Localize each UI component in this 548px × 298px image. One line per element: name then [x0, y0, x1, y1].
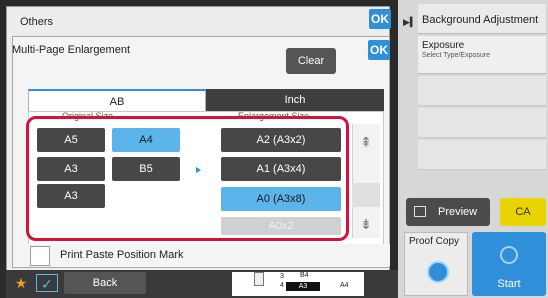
- page-preview-thumb: [254, 272, 264, 286]
- panel-collapse-icon[interactable]: ▶▍: [403, 17, 417, 28]
- exposure-item[interactable]: Exposure Select Type/Exposure: [418, 36, 546, 74]
- proof-copy-icon: [427, 261, 449, 283]
- up-arrow-icon[interactable]: ⇞: [352, 128, 380, 156]
- exposure-title: Exposure: [422, 40, 465, 51]
- page-preview-a3: A3: [286, 282, 320, 291]
- print-paste-checkbox[interactable]: [30, 246, 50, 266]
- start-icon: [500, 246, 518, 264]
- page-preview-b4: B4: [300, 272, 309, 279]
- check-icon[interactable]: ✓: [36, 274, 58, 292]
- screen: Others OK ▶▍ Background Adjustment Expos…: [0, 0, 548, 298]
- others-title: Others: [20, 16, 54, 28]
- scroll-track[interactable]: [352, 183, 380, 207]
- tab-ab[interactable]: AB: [28, 89, 206, 111]
- preview-button[interactable]: Preview: [406, 198, 490, 226]
- preview-icon: [414, 206, 426, 217]
- print-paste-label: Print Paste Position Mark: [60, 249, 184, 261]
- page-preview-num-4: 4: [280, 282, 284, 289]
- back-button[interactable]: Back: [64, 272, 146, 294]
- background-adjustment-item[interactable]: Background Adjustment: [418, 4, 546, 34]
- highlight-frame: [26, 116, 349, 241]
- ca-button[interactable]: CA: [500, 198, 546, 226]
- preview-label: Preview: [438, 206, 478, 218]
- dialog-title: Multi-Page Enlargement: [12, 44, 131, 56]
- others-ok-button[interactable]: OK: [369, 9, 391, 29]
- right-blank-item: [418, 76, 546, 106]
- down-arrow-icon[interactable]: ⇟: [352, 210, 380, 238]
- clear-button[interactable]: Clear: [286, 48, 336, 74]
- start-button[interactable]: Start: [472, 232, 546, 296]
- star-icon[interactable]: ★: [12, 274, 30, 292]
- right-blank-item: [418, 108, 546, 138]
- page-preview-num-3: 3: [280, 273, 284, 280]
- exposure-subtitle: Select Type/Exposure: [422, 52, 490, 59]
- page-preview-a4: A4: [340, 282, 349, 289]
- start-label: Start: [497, 278, 521, 290]
- proof-copy-button[interactable]: Proof Copy: [404, 232, 468, 296]
- right-blank-item: [418, 140, 546, 170]
- dialog-ok-button[interactable]: OK: [368, 40, 390, 60]
- tab-inch[interactable]: Inch: [206, 89, 384, 111]
- proof-copy-label: Proof Copy: [409, 236, 460, 247]
